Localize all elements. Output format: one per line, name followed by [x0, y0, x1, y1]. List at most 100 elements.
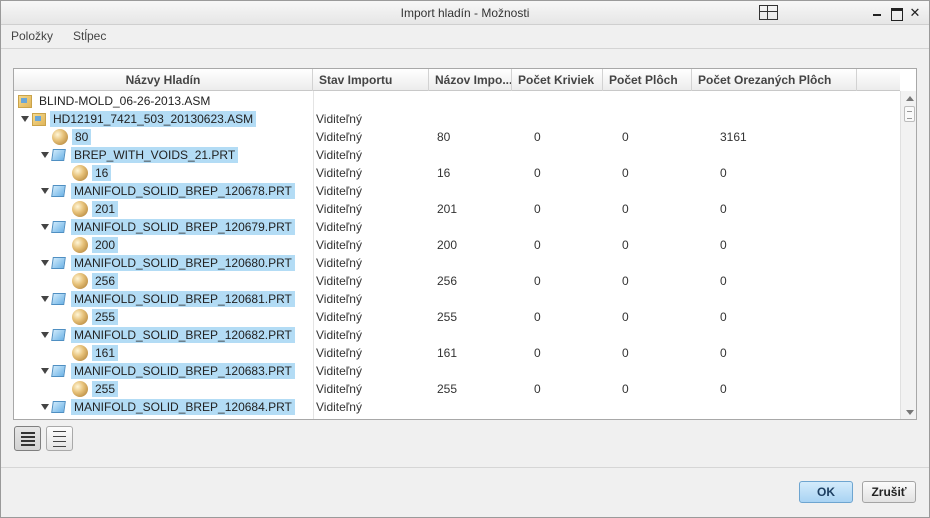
scroll-thumb[interactable] — [904, 106, 915, 122]
tree-node[interactable]: 200 — [58, 236, 119, 254]
tree-node[interactable]: 256 — [58, 272, 119, 290]
tree-node[interactable]: MANIFOLD_SOLID_BREP_120682.PRT — [38, 326, 295, 344]
table-row[interactable]: BLIND-MOLD_06-26-2013.ASM — [14, 92, 900, 110]
import-name-cell: 16 — [437, 166, 451, 180]
tree-node[interactable]: 255 — [58, 380, 119, 398]
layer-name[interactable]: MANIFOLD_SOLID_BREP_120678.PRT — [71, 183, 295, 199]
column-header-surface-count[interactable]: Počet Plôch — [603, 69, 692, 91]
title-bar[interactable]: Import hladín - Možnosti ✕ — [1, 1, 929, 25]
layer-name[interactable]: BLIND-MOLD_06-26-2013.ASM — [36, 93, 213, 109]
layers-tree-table[interactable]: Názvy Hladín Stav Importu Názov Impo... … — [13, 68, 917, 420]
surface-count-cell: 0 — [622, 238, 629, 252]
tree-node[interactable]: 161 — [58, 344, 119, 362]
table-row[interactable]: BREP_WITH_VOIDS_21.PRT Viditeľný — [14, 146, 900, 164]
table-row[interactable]: MANIFOLD_SOLID_BREP_120684.PRT Viditeľný — [14, 398, 900, 416]
expand-toggle-icon[interactable] — [38, 326, 52, 344]
table-row[interactable]: MANIFOLD_SOLID_BREP_120678.PRT Viditeľný — [14, 182, 900, 200]
tree-node[interactable]: MANIFOLD_SOLID_BREP_120680.PRT — [38, 254, 295, 272]
table-row[interactable]: 161 Viditeľný 161 0 0 0 — [14, 344, 900, 362]
table-row[interactable]: MANIFOLD_SOLID_BREP_120679.PRT Viditeľný — [14, 218, 900, 236]
layer-name[interactable]: 80 — [72, 129, 92, 145]
layer-name[interactable]: HD12191_7421_503_20130623.ASM — [50, 111, 257, 127]
ok-button[interactable]: OK — [799, 481, 853, 503]
table-row[interactable]: MANIFOLD_SOLID_BREP_120681.PRT Viditeľný — [14, 290, 900, 308]
tree-node[interactable]: HD12191_7421_503_20130623.ASM — [18, 110, 257, 128]
import-status-cell: Viditeľný — [316, 148, 362, 162]
menu-column[interactable]: Stĺpec — [73, 29, 106, 43]
import-name-cell: 255 — [437, 382, 458, 396]
tree-node[interactable]: BREP_WITH_VOIDS_21.PRT — [38, 146, 239, 164]
tree-node[interactable]: 255 — [58, 308, 119, 326]
layer-name[interactable]: MANIFOLD_SOLID_BREP_120682.PRT — [71, 327, 295, 343]
scroll-up-icon[interactable] — [901, 91, 916, 106]
layer-name[interactable]: MANIFOLD_SOLID_BREP_120680.PRT — [71, 255, 295, 271]
part-icon — [51, 329, 66, 341]
tree-node[interactable]: MANIFOLD_SOLID_BREP_120683.PRT — [38, 362, 295, 380]
column-header-import-status[interactable]: Stav Importu — [313, 69, 429, 91]
column-header-import-name[interactable]: Názov Impo... — [429, 69, 512, 91]
table-row[interactable]: MANIFOLD_SOLID_BREP_120680.PRT Viditeľný — [14, 254, 900, 272]
layer-name[interactable]: 200 — [92, 237, 119, 253]
tree-node[interactable]: 16 — [58, 164, 112, 182]
table-row[interactable]: 80 Viditeľný 80 0 0 3161 — [14, 128, 900, 146]
table-row[interactable]: 200 Viditeľný 200 0 0 0 — [14, 236, 900, 254]
curve-count-cell: 0 — [534, 130, 541, 144]
column-header-trimmed-surface-count[interactable]: Počet Orezaných Plôch — [692, 69, 857, 91]
layout-icon[interactable] — [759, 5, 778, 20]
layer-name[interactable]: MANIFOLD_SOLID_BREP_120681.PRT — [71, 291, 295, 307]
column-header-layer-names[interactable]: Názvy Hladín — [14, 69, 313, 91]
trimmed-surface-count-cell: 0 — [720, 166, 727, 180]
menu-items[interactable]: Položky — [11, 29, 53, 43]
curve-count-cell: 0 — [534, 382, 541, 396]
tree-node[interactable]: 201 — [58, 200, 119, 218]
layer-name[interactable]: 256 — [92, 273, 119, 289]
tree-node[interactable]: BLIND-MOLD_06-26-2013.ASM — [18, 92, 213, 110]
expand-toggle-icon[interactable] — [38, 146, 52, 164]
tree-node[interactable]: MANIFOLD_SOLID_BREP_120684.PRT — [38, 398, 295, 416]
curve-count-cell: 0 — [534, 274, 541, 288]
expand-toggle-icon[interactable] — [38, 290, 52, 308]
list-detailed-icon[interactable] — [14, 426, 41, 451]
cancel-button[interactable]: Zrušiť — [862, 481, 916, 503]
layer-name[interactable]: 161 — [92, 345, 119, 361]
layer-name[interactable]: 16 — [92, 165, 112, 181]
expand-toggle-icon[interactable] — [38, 362, 52, 380]
table-row[interactable]: 16 Viditeľný 16 0 0 0 — [14, 164, 900, 182]
import-status-cell: Viditeľný — [316, 256, 362, 270]
layer-name[interactable]: 201 — [92, 201, 119, 217]
table-row[interactable]: 255 Viditeľný 255 0 0 0 — [14, 308, 900, 326]
layer-name[interactable]: MANIFOLD_SOLID_BREP_120679.PRT — [71, 219, 295, 235]
tree-node[interactable]: MANIFOLD_SOLID_BREP_120678.PRT — [38, 182, 295, 200]
table-row[interactable]: 256 Viditeľný 256 0 0 0 — [14, 272, 900, 290]
tree-node[interactable]: 80 — [38, 128, 92, 146]
expand-toggle-icon[interactable] — [38, 398, 52, 416]
part-icon — [51, 221, 66, 233]
layer-name[interactable]: 255 — [92, 309, 119, 325]
table-row[interactable]: 201 Viditeľný 201 0 0 0 — [14, 200, 900, 218]
tree-node[interactable]: MANIFOLD_SOLID_BREP_120681.PRT — [38, 290, 295, 308]
minimize-button[interactable] — [869, 5, 885, 21]
maximize-button[interactable] — [888, 5, 904, 21]
expand-toggle-icon[interactable] — [18, 110, 32, 128]
vertical-scrollbar[interactable] — [900, 91, 916, 419]
layer-name[interactable]: BREP_WITH_VOIDS_21.PRT — [71, 147, 239, 163]
table-row[interactable]: HD12191_7421_503_20130623.ASM Viditeľný — [14, 110, 900, 128]
list-compact-icon[interactable] — [46, 426, 73, 451]
expand-toggle-icon[interactable] — [38, 218, 52, 236]
import-status-cell: Viditeľný — [316, 202, 362, 216]
column-header-curve-count[interactable]: Počet Kriviek — [512, 69, 603, 91]
expand-toggle-icon[interactable] — [38, 254, 52, 272]
layer-name[interactable]: MANIFOLD_SOLID_BREP_120683.PRT — [71, 363, 295, 379]
table-row[interactable]: MANIFOLD_SOLID_BREP_120682.PRT Viditeľný — [14, 326, 900, 344]
layer-name[interactable]: MANIFOLD_SOLID_BREP_120684.PRT — [71, 399, 295, 415]
table-row[interactable]: MANIFOLD_SOLID_BREP_120683.PRT Viditeľný — [14, 362, 900, 380]
table-row[interactable]: 255 Viditeľný 255 0 0 0 — [14, 380, 900, 398]
expand-toggle-icon[interactable] — [38, 182, 52, 200]
layer-icon — [72, 165, 88, 181]
scroll-down-icon[interactable] — [901, 405, 916, 419]
close-icon[interactable]: ✕ — [907, 5, 923, 21]
layer-name[interactable]: 255 — [92, 381, 119, 397]
tree-node[interactable]: MANIFOLD_SOLID_BREP_120679.PRT — [38, 218, 295, 236]
